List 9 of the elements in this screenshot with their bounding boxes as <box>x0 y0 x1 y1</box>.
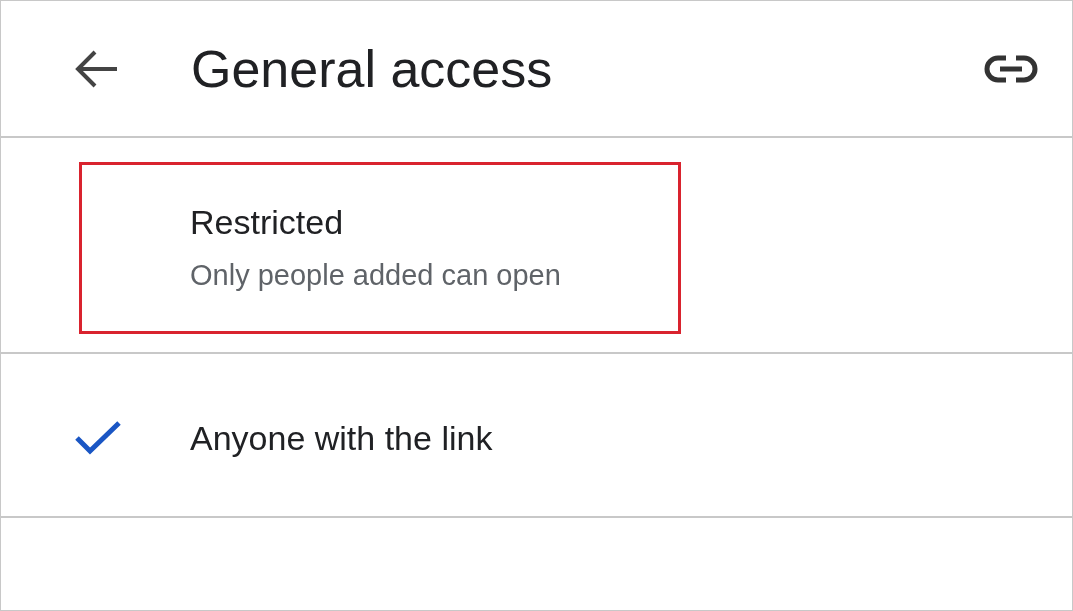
back-arrow-icon[interactable] <box>73 48 119 89</box>
link-icon[interactable] <box>984 54 1038 83</box>
option-label: Anyone with the link <box>190 418 493 459</box>
option-description: Only people added can open <box>190 258 561 293</box>
page-title: General access <box>191 38 554 99</box>
option-row[interactable]: Anyone with the link <box>79 378 681 498</box>
check-icon <box>74 420 122 456</box>
option-label: Restricted <box>190 202 345 243</box>
highlight-frame[interactable]: Restricted Only people added can open <box>79 162 681 334</box>
